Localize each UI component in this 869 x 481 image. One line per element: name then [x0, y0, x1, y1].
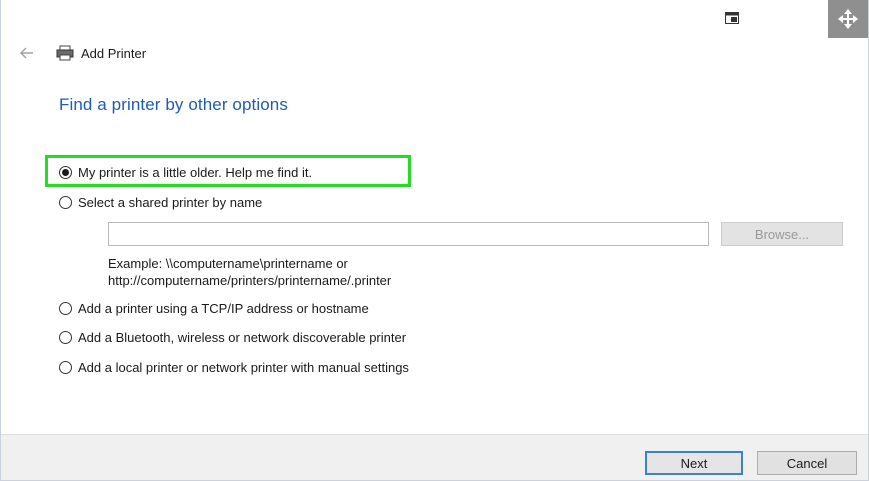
radio-bluetooth[interactable] [59, 331, 72, 344]
add-printer-window: Add Printer Find a printer by other opti… [0, 0, 869, 481]
browse-button[interactable]: Browse... [721, 222, 843, 246]
option-local-printer[interactable]: Add a local printer or network printer w… [59, 360, 409, 375]
cancel-button[interactable]: Cancel [757, 451, 857, 475]
radio-shared-printer[interactable] [59, 196, 72, 209]
option-older-printer[interactable]: My printer is a little older. Help me fi… [59, 165, 312, 180]
option-shared-printer-label: Select a shared printer by name [78, 195, 263, 210]
shared-printer-name-input[interactable] [108, 222, 709, 246]
option-older-printer-label: My printer is a little older. Help me fi… [78, 165, 313, 180]
window-title: Add Printer [81, 45, 147, 61]
example-text: Example: \\computername\printername or h… [108, 255, 391, 289]
radio-older-printer[interactable] [59, 166, 72, 179]
option-tcpip[interactable]: Add a printer using a TCP/IP address or … [59, 301, 369, 316]
footer-bar: Next Cancel [1, 434, 868, 480]
header-bar: Add Printer [17, 40, 146, 66]
option-shared-printer[interactable]: Select a shared printer by name [59, 195, 262, 210]
restore-window-icon[interactable] [725, 11, 739, 24]
option-bluetooth[interactable]: Add a Bluetooth, wireless or network dis… [59, 330, 406, 345]
option-local-printer-label: Add a local printer or network printer w… [78, 360, 409, 375]
back-arrow-icon[interactable] [17, 43, 37, 63]
move-arrows-icon[interactable] [828, 0, 868, 38]
example-line-1: Example: \\computername\printername or [108, 256, 348, 271]
radio-local-printer[interactable] [59, 361, 72, 374]
printer-icon [55, 43, 75, 63]
next-button[interactable]: Next [645, 451, 743, 475]
radio-tcpip[interactable] [59, 302, 72, 315]
example-line-2: http://computername/printers/printername… [108, 273, 392, 288]
option-bluetooth-label: Add a Bluetooth, wireless or network dis… [78, 330, 407, 345]
option-tcpip-label: Add a printer using a TCP/IP address or … [78, 301, 369, 316]
page-title: Find a printer by other options [59, 95, 288, 114]
